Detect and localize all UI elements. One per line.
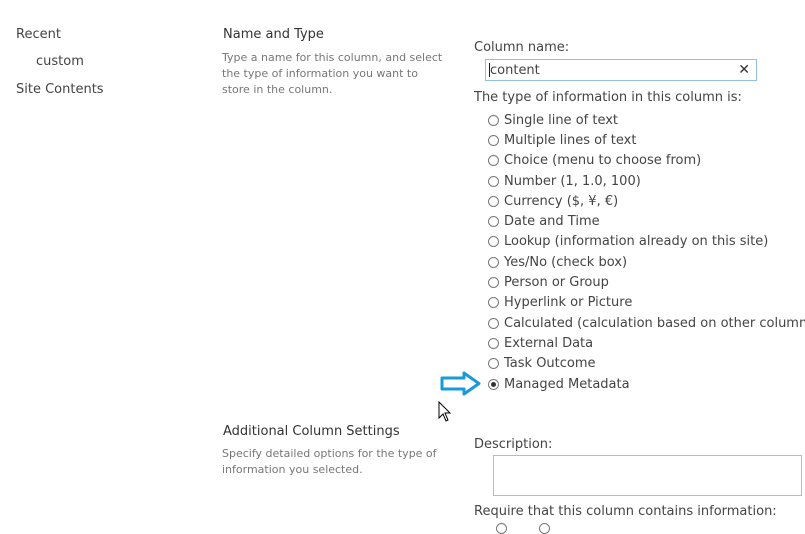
nav-item-custom[interactable]: custom (36, 54, 84, 69)
column-type-option[interactable]: Multiple lines of text (488, 130, 805, 150)
column-type-label: The type of information in this column i… (474, 90, 742, 105)
column-type-option[interactable]: Calculated (calculation based on other c… (488, 313, 805, 333)
radio-button[interactable] (488, 337, 499, 349)
radio-button[interactable] (488, 216, 499, 228)
column-type-option[interactable]: Choice (menu to choose from) (488, 151, 805, 171)
radio-button[interactable] (488, 297, 499, 309)
column-type-option-label: Managed Metadata (504, 376, 630, 392)
radio-button[interactable] (488, 195, 499, 207)
column-type-option[interactable]: Managed Metadata (488, 374, 805, 394)
description-label: Description: (474, 437, 553, 452)
section-desc-additional: Specify detailed options for the type of… (222, 447, 437, 476)
column-type-option[interactable]: Task Outcome (488, 354, 805, 374)
column-type-option-label: Person or Group (504, 275, 609, 291)
radio-button[interactable] (488, 236, 499, 248)
column-type-option-label: Calculated (calculation based on other c… (504, 315, 805, 331)
arrow-right-icon (440, 371, 481, 396)
section-desc-name-type: Type a name for this column, and select … (222, 51, 443, 96)
radio-button[interactable] (488, 175, 499, 187)
column-type-options: Single line of text Multiple lines of tex… (488, 110, 805, 394)
column-type-option[interactable]: Hyperlink or Picture (488, 293, 805, 313)
column-type-option[interactable]: Number (1, 1.0, 100) (488, 171, 805, 191)
require-yes-radio[interactable] (496, 523, 507, 534)
column-type-option-label: Lookup (information already on this site… (504, 234, 769, 250)
nav-site-contents[interactable]: Site Contents (16, 82, 104, 97)
column-type-option-label: Number (1, 1.0, 100) (504, 173, 641, 189)
close-icon[interactable]: ✕ (738, 60, 750, 80)
require-label: Require that this column contains inform… (474, 504, 777, 519)
column-name-label: Column name: (474, 40, 570, 55)
column-type-option[interactable]: Single line of text (488, 110, 805, 130)
column-type-option[interactable]: Currency ($, ¥, €) (488, 191, 805, 211)
column-type-option-label: Date and Time (504, 214, 600, 230)
column-name-input[interactable] (490, 60, 730, 80)
radio-button[interactable] (488, 358, 499, 370)
column-type-option-label: Hyperlink or Picture (504, 295, 633, 311)
column-type-option-label: External Data (504, 335, 594, 351)
radio-button[interactable] (488, 256, 499, 268)
radio-button[interactable] (488, 114, 499, 126)
description-field[interactable] (493, 455, 802, 496)
text-caret (489, 63, 490, 77)
column-name-field[interactable]: ✕ (485, 59, 757, 81)
section-title-name-type: Name and Type (223, 27, 324, 42)
radio-button[interactable] (488, 277, 499, 289)
nav-recent[interactable]: Recent (16, 27, 61, 42)
radio-button[interactable] (488, 317, 499, 329)
section-title-additional: Additional Column Settings (223, 424, 400, 439)
column-type-option[interactable]: Yes/No (check box) (488, 252, 805, 272)
column-type-option-label: Currency ($, ¥, €) (504, 193, 619, 209)
radio-button[interactable] (488, 155, 499, 167)
radio-button[interactable] (488, 134, 499, 146)
column-type-option-label: Yes/No (check box) (504, 254, 628, 270)
column-type-option[interactable]: Date and Time (488, 211, 805, 231)
column-type-option-label: Task Outcome (504, 356, 596, 372)
require-no-radio[interactable] (539, 523, 550, 534)
mouse-pointer-icon (438, 401, 452, 422)
column-type-option-label: Choice (menu to choose from) (504, 153, 702, 169)
column-type-option-label: Single line of text (504, 112, 619, 128)
column-type-option[interactable]: Person or Group (488, 272, 805, 292)
column-type-option[interactable]: Lookup (information already on this site… (488, 232, 805, 252)
column-type-option-label: Multiple lines of text (504, 132, 637, 148)
column-type-option[interactable]: External Data (488, 333, 805, 353)
radio-button[interactable] (488, 378, 499, 390)
